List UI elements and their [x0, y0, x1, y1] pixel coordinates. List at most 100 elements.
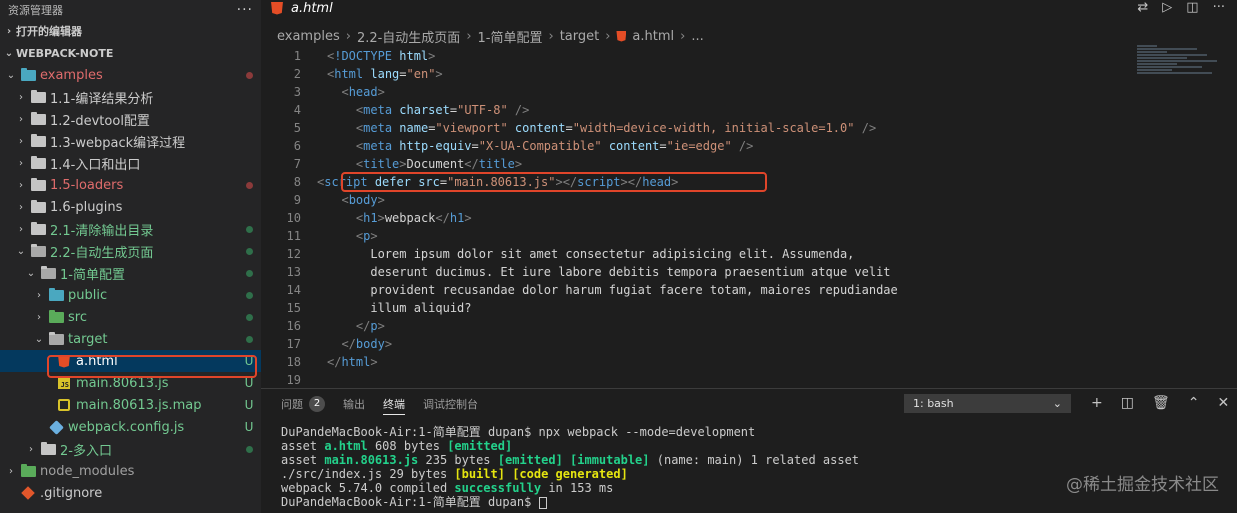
folder-icon — [30, 133, 46, 148]
code-line: 7 <title>Document</title> — [261, 155, 1121, 173]
modified-dot — [237, 181, 261, 189]
close-icon[interactable]: ✕ — [1217, 395, 1229, 411]
code-line: 6 <meta http-equiv="X-UA-Compatible" con… — [261, 137, 1121, 155]
code-line: 10 <h1>webpack</h1> — [261, 209, 1121, 227]
tree-item-src[interactable]: › src — [0, 306, 261, 328]
add-terminal-icon[interactable]: + — [1091, 395, 1103, 411]
untracked-badge: U — [244, 354, 254, 368]
terminal-line: DuPandeMacBook-Air:1-简单配置 dupan$ — [281, 495, 1237, 509]
tab-output[interactable]: 输出 — [343, 389, 365, 419]
code-line: 8 <script defer src="main.80613.js"></scr… — [261, 173, 1121, 191]
watermark: @稀土掘金技术社区 — [1066, 475, 1219, 495]
tree-item-main-js-map[interactable]: main.80613.js.map U — [0, 394, 261, 416]
breadcrumb-item[interactable]: ... — [691, 29, 703, 44]
split-terminal-icon[interactable]: ◫ — [1121, 395, 1134, 411]
tree-item-1-3[interactable]: › 1.3-webpack编译过程 — [0, 130, 261, 152]
modified-dot — [237, 71, 261, 79]
javascript-map-icon — [56, 398, 72, 412]
tab-problems[interactable]: 问题 2 — [281, 389, 325, 419]
untracked-dot — [237, 445, 261, 453]
folder-icon — [30, 89, 46, 104]
chevron-right-icon: › — [19, 223, 23, 235]
code-line: 2 <html lang="en"> — [261, 65, 1121, 83]
breadcrumb-item[interactable]: examples — [277, 29, 340, 44]
breadcrumb-item[interactable]: 2.2-自动生成页面 — [357, 27, 460, 46]
tree-item-multi-entry[interactable]: › 2-多入口 — [0, 438, 261, 460]
chevron-right-icon: › — [9, 465, 13, 477]
tree-item-label: main.80613.js — [76, 375, 169, 391]
breadcrumb-item[interactable]: 1-简单配置 — [478, 27, 543, 46]
tree-item-label: 1.5-loaders — [50, 177, 124, 193]
html5-icon — [271, 1, 283, 15]
chevron-down-icon: ⌄ — [26, 267, 36, 279]
terminal-select[interactable]: 1: bash ⌄ — [904, 394, 1071, 413]
folder-src-icon — [48, 309, 64, 324]
tree-item-label: 1.4-入口和出口 — [50, 157, 141, 173]
code-line: 17 </body> — [261, 335, 1121, 353]
tree-item-node-modules[interactable]: › node_modules — [0, 460, 261, 482]
breadcrumb-separator: › — [345, 28, 351, 44]
code-editor[interactable]: 1 <!DOCTYPE html> 2 <html lang="en"> 3 <he… — [261, 47, 1121, 389]
line-number: 1 — [293, 49, 301, 63]
tree-item-2-1[interactable]: › 2.1-清除输出目录 — [0, 218, 261, 240]
tree-item-examples[interactable]: ⌄ examples — [0, 64, 261, 86]
tree-item-label: node_modules — [40, 463, 135, 479]
workspace-section[interactable]: ⌄ WEBPACK-NOTE — [0, 42, 261, 64]
line-number: 9 — [293, 193, 301, 207]
tree-item-2-2[interactable]: ⌄ 2.2-自动生成页面 — [0, 240, 261, 262]
chevron-right-icon: › — [6, 25, 12, 37]
chevron-up-icon[interactable]: ⌃ — [1188, 395, 1200, 411]
folder-node-icon — [20, 463, 36, 478]
tree-item-1-6[interactable]: › 1.6-plugins — [0, 196, 261, 218]
tree-item-webpack-config[interactable]: webpack.config.js U — [0, 416, 261, 438]
chevron-right-icon: › — [37, 289, 41, 301]
breadcrumb-item[interactable]: target — [560, 29, 600, 44]
untracked-badge: U — [244, 398, 254, 412]
tree-item-gitignore[interactable]: .gitignore — [0, 482, 261, 504]
more-actions-icon[interactable]: ··· — [237, 2, 253, 18]
tree-item-1-1[interactable]: › 1.1-编译结果分析 — [0, 86, 261, 108]
tree-item-public[interactable]: › public — [0, 284, 261, 306]
chevron-right-icon: › — [19, 179, 23, 191]
folder-icon — [30, 221, 46, 236]
tree-item-target[interactable]: ⌄ target — [0, 328, 261, 350]
chevron-right-icon: › — [29, 443, 33, 455]
run-icon[interactable]: ▷ — [1162, 0, 1172, 15]
html5-icon — [56, 354, 72, 368]
tab-debug-console[interactable]: 调试控制台 — [423, 389, 478, 419]
tab-label: 终端 — [383, 397, 405, 411]
explorer-header: 资源管理器 ··· — [0, 0, 261, 20]
trash-icon[interactable]: 🗑 — [1152, 395, 1170, 411]
code-line: 1 <!DOCTYPE html> — [261, 47, 1121, 65]
breadcrumb-item[interactable]: a.html — [632, 29, 674, 44]
tree-item-label: public — [68, 287, 108, 303]
tree-item-a-html[interactable]: a.html U — [0, 350, 261, 372]
folder-open-icon — [48, 331, 64, 346]
tab-a-html[interactable]: a.html — [261, 0, 343, 16]
tree-item-1-4[interactable]: › 1.4-入口和出口 — [0, 152, 261, 174]
folder-icon — [40, 441, 56, 456]
git-icon — [20, 486, 36, 500]
tree-item-simple-config[interactable]: ⌄ 1-简单配置 — [0, 262, 261, 284]
line-number: 2 — [293, 67, 301, 81]
line-number: 11 — [286, 229, 301, 243]
breadcrumb-separator: › — [466, 28, 472, 44]
tab-terminal[interactable]: 终端 — [383, 393, 405, 415]
explorer-sidebar: 资源管理器 ··· › 打开的编辑器 ⌄ WEBPACK-NOTE ⌄ exam… — [0, 0, 261, 513]
tree-item-main-js[interactable]: JS main.80613.js U — [0, 372, 261, 394]
split-editor-icon[interactable]: ◫ — [1186, 0, 1198, 15]
more-actions-icon[interactable]: ··· — [1213, 0, 1225, 15]
chevron-down-icon: ⌄ — [34, 333, 44, 345]
minimap[interactable] — [1137, 44, 1217, 94]
line-number: 15 — [286, 301, 301, 315]
tree-item-label: target — [68, 331, 108, 347]
tree-item-1-2[interactable]: › 1.2-devtool配置 — [0, 108, 261, 130]
editor-actions: ⇄ ▷ ◫ ··· — [1137, 0, 1225, 15]
tree-item-label: 1.6-plugins — [50, 199, 123, 215]
tree-item-1-5[interactable]: › 1.5-loaders — [0, 174, 261, 196]
open-editors-section[interactable]: › 打开的编辑器 — [0, 20, 261, 42]
terminal-output[interactable]: DuPandeMacBook-Air:1-简单配置 dupan$ npx web… — [261, 419, 1237, 509]
line-number: 5 — [293, 121, 301, 135]
code-line: 15 illum aliquid? — [261, 299, 1121, 317]
compare-icon[interactable]: ⇄ — [1137, 0, 1148, 15]
